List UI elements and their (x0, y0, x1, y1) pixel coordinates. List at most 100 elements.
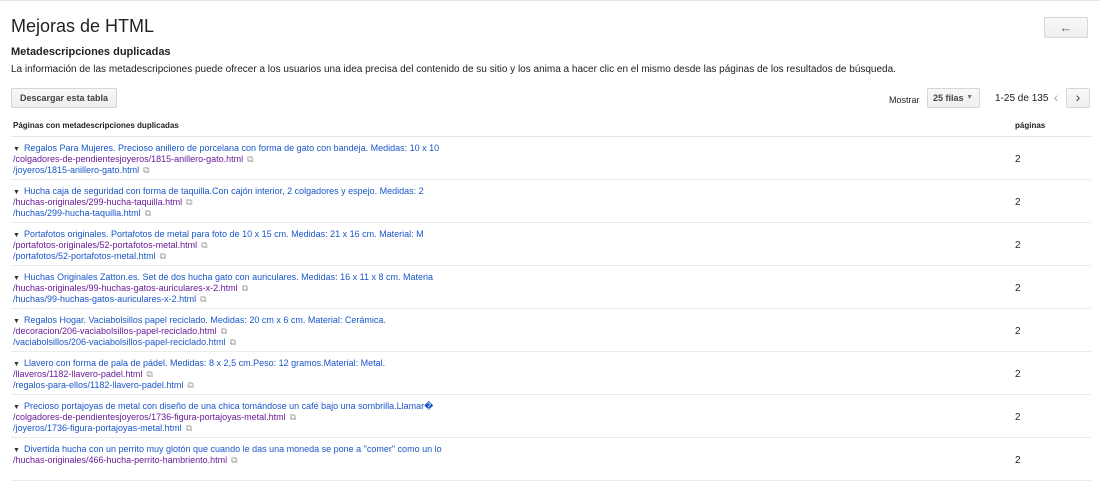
row-url-secondary[interactable]: /regalos-para-ellos/1182-llavero-padel.h… (13, 380, 194, 391)
row-description: Portafotos originales. Portafotos de met… (23, 229, 424, 239)
external-link-icon[interactable]: ⧉ (231, 455, 237, 465)
back-button[interactable]: ← (1044, 17, 1088, 38)
row-url-primary[interactable]: /huchas-originales/299-hucha-taquilla.ht… (13, 197, 193, 208)
expand-triangle-icon: ▼ (13, 189, 20, 196)
row-description: Precioso portajoyas de metal con diseño … (23, 401, 434, 411)
chevron-left-icon: ‹ (1053, 89, 1059, 105)
expand-triangle-icon: ▼ (13, 146, 20, 153)
row-expand-toggle[interactable]: ▼ Portafotos originales. Portafotos de me… (13, 229, 424, 239)
row-pages-count: 2 (1015, 240, 1021, 251)
expand-triangle-icon: ▼ (13, 447, 20, 454)
table-row: ▼ Huchas Originales Zatton.es. Set de dos… (11, 266, 1091, 309)
row-expand-toggle[interactable]: ▼ Llavero con forma de pala de pádel. Med… (13, 358, 385, 368)
external-link-icon[interactable]: ⧉ (230, 337, 236, 347)
external-link-icon[interactable]: ⧉ (143, 165, 149, 175)
external-link-icon[interactable]: ⧉ (242, 283, 248, 293)
column-header-pages[interactable]: páginas (1015, 121, 1045, 130)
external-link-icon[interactable]: ⧉ (221, 326, 227, 336)
row-url-primary[interactable]: /huchas-originales/99-huchas-gatos-auric… (13, 283, 248, 294)
prev-page-button[interactable]: ‹ (1047, 89, 1065, 105)
next-page-button[interactable]: › (1066, 88, 1090, 108)
external-link-icon[interactable]: ⧉ (186, 197, 192, 207)
external-link-icon[interactable]: ⧉ (187, 380, 193, 390)
duplicate-meta-table: Páginas con metadescripciones duplicadas… (11, 118, 1091, 481)
url-link[interactable]: /llaveros/1182-llavero-padel.html (13, 369, 142, 379)
row-url-primary[interactable]: /colgadores-de-pendientesjoyeros/1736-fi… (13, 412, 296, 423)
expand-triangle-icon: ▼ (13, 361, 20, 368)
section-subtitle: Metadescripciones duplicadas (11, 46, 171, 58)
row-expand-toggle[interactable]: ▼ Regalos Hogar. Vaciabolsillos papel rec… (13, 315, 386, 325)
row-url-secondary[interactable]: /joyeros/1736-figura-portajoyas-metal.ht… (13, 423, 192, 434)
row-description: Regalos Para Mujeres. Precioso anillero … (23, 143, 440, 153)
row-pages-count: 2 (1015, 326, 1021, 337)
row-description: Divertida hucha con un perrito muy glotó… (23, 444, 442, 454)
url-link[interactable]: /colgadores-de-pendientesjoyeros/1736-fi… (13, 412, 286, 422)
row-expand-toggle[interactable]: ▼ Huchas Originales Zatton.es. Set de dos… (13, 272, 433, 282)
back-arrow-icon: ← (1059, 20, 1073, 35)
row-url-primary[interactable]: /colgadores-de-pendientesjoyeros/1815-an… (13, 154, 254, 165)
url-link[interactable]: /huchas-originales/99-huchas-gatos-auric… (13, 283, 238, 293)
row-pages-count: 2 (1015, 412, 1021, 423)
url-link[interactable]: /vaciabolsillos/206-vaciabolsillos-papel… (13, 337, 226, 347)
external-link-icon[interactable]: ⧉ (160, 251, 166, 261)
row-description: Regalos Hogar. Vaciabolsillos papel reci… (23, 315, 386, 325)
url-link[interactable]: /regalos-para-ellos/1182-llavero-padel.h… (13, 380, 183, 390)
url-link[interactable]: /huchas-originales/466-hucha-perrito-ham… (13, 455, 227, 465)
url-link[interactable]: /huchas/299-hucha-taquilla.html (13, 208, 141, 218)
row-url-secondary[interactable]: /huchas/99-huchas-gatos-auriculares-x-2.… (13, 294, 207, 305)
page-title: Mejoras de HTML (11, 16, 155, 36)
table-row: ▼ Hucha caja de seguridad con forma de ta… (11, 180, 1091, 223)
row-url-secondary[interactable]: /vaciabolsillos/206-vaciabolsillos-papel… (13, 337, 236, 348)
table-row: ▼ Portafotos originales. Portafotos de me… (11, 223, 1091, 266)
row-pages-count: 2 (1015, 455, 1021, 466)
row-expand-toggle[interactable]: ▼ Precioso portajoyas de metal con diseño… (13, 401, 433, 412)
expand-triangle-icon: ▼ (13, 318, 20, 325)
table-row: ▼ Precioso portajoyas de metal con diseño… (11, 395, 1091, 438)
column-header-urls[interactable]: Páginas con metadescripciones duplicadas (13, 121, 179, 130)
url-link[interactable]: /joyeros/1736-figura-portajoyas-metal.ht… (13, 423, 182, 433)
row-expand-toggle[interactable]: ▼ Hucha caja de seguridad con forma de ta… (13, 186, 424, 196)
row-expand-toggle[interactable]: ▼ Regalos Para Mujeres. Precioso anillero… (13, 143, 439, 153)
show-rows-label: Mostrar (889, 95, 920, 105)
url-link[interactable]: /colgadores-de-pendientesjoyeros/1815-an… (13, 154, 243, 164)
row-pages-count: 2 (1015, 369, 1021, 380)
row-url-primary[interactable]: /huchas-originales/466-hucha-perrito-ham… (13, 455, 238, 466)
row-url-primary[interactable]: /decoracion/206-vaciabolsillos-papel-rec… (13, 326, 227, 337)
url-link[interactable]: /huchas/99-huchas-gatos-auriculares-x-2.… (13, 294, 196, 304)
url-link[interactable]: /huchas-originales/299-hucha-taquilla.ht… (13, 197, 182, 207)
rows-per-page-select[interactable]: 25 filas ▼ (927, 88, 980, 108)
external-link-icon[interactable]: ⧉ (290, 412, 296, 422)
expand-triangle-icon: ▼ (13, 275, 20, 282)
row-url-secondary[interactable]: /joyeros/1815-anillero-gato.html ⧉ (13, 165, 150, 176)
expand-triangle-icon: ▼ (13, 232, 20, 239)
external-link-icon[interactable]: ⧉ (145, 208, 151, 218)
row-description: Huchas Originales Zatton.es. Set de dos … (23, 272, 433, 282)
external-link-icon[interactable]: ⧉ (200, 294, 206, 304)
table-row: ▼ Llavero con forma de pala de pádel. Med… (11, 352, 1091, 395)
pagination-range: 1-25 de 135 (995, 93, 1049, 104)
row-url-secondary[interactable]: /portafotos/52-portafotos-metal.html ⧉ (13, 251, 166, 262)
section-description: La información de las metadescripciones … (11, 64, 896, 75)
url-link[interactable]: /decoracion/206-vaciabolsillos-papel-rec… (13, 326, 217, 336)
table-header: Páginas con metadescripciones duplicadas… (11, 118, 1091, 137)
table-row: ▼ Divertida hucha con un perrito muy glot… (11, 438, 1091, 481)
chevron-right-icon: › (1075, 89, 1081, 105)
download-table-button[interactable]: Descargar esta tabla (11, 88, 118, 108)
table-body: ▼ Regalos Para Mujeres. Precioso anillero… (11, 137, 1091, 481)
external-link-icon[interactable]: ⧉ (186, 423, 192, 433)
external-link-icon[interactable]: ⧉ (146, 369, 152, 379)
row-pages-count: 2 (1015, 197, 1021, 208)
url-link[interactable]: /portafotos-originales/52-portafotos-met… (13, 240, 197, 250)
rows-per-page-value: 25 filas (933, 93, 964, 103)
external-link-icon[interactable]: ⧉ (247, 154, 253, 164)
table-row: ▼ Regalos Para Mujeres. Precioso anillero… (11, 137, 1091, 180)
url-link[interactable]: /portafotos/52-portafotos-metal.html (13, 251, 156, 261)
row-url-primary[interactable]: /portafotos-originales/52-portafotos-met… (13, 240, 208, 251)
row-description: Hucha caja de seguridad con forma de taq… (23, 186, 424, 196)
row-url-secondary[interactable]: /huchas/299-hucha-taquilla.html ⧉ (13, 208, 151, 219)
url-link[interactable]: /joyeros/1815-anillero-gato.html (13, 165, 139, 175)
row-expand-toggle[interactable]: ▼ Divertida hucha con un perrito muy glot… (13, 444, 442, 454)
table-row: ▼ Regalos Hogar. Vaciabolsillos papel rec… (11, 309, 1091, 352)
row-url-primary[interactable]: /llaveros/1182-llavero-padel.html ⧉ (13, 369, 153, 380)
external-link-icon[interactable]: ⧉ (201, 240, 207, 250)
